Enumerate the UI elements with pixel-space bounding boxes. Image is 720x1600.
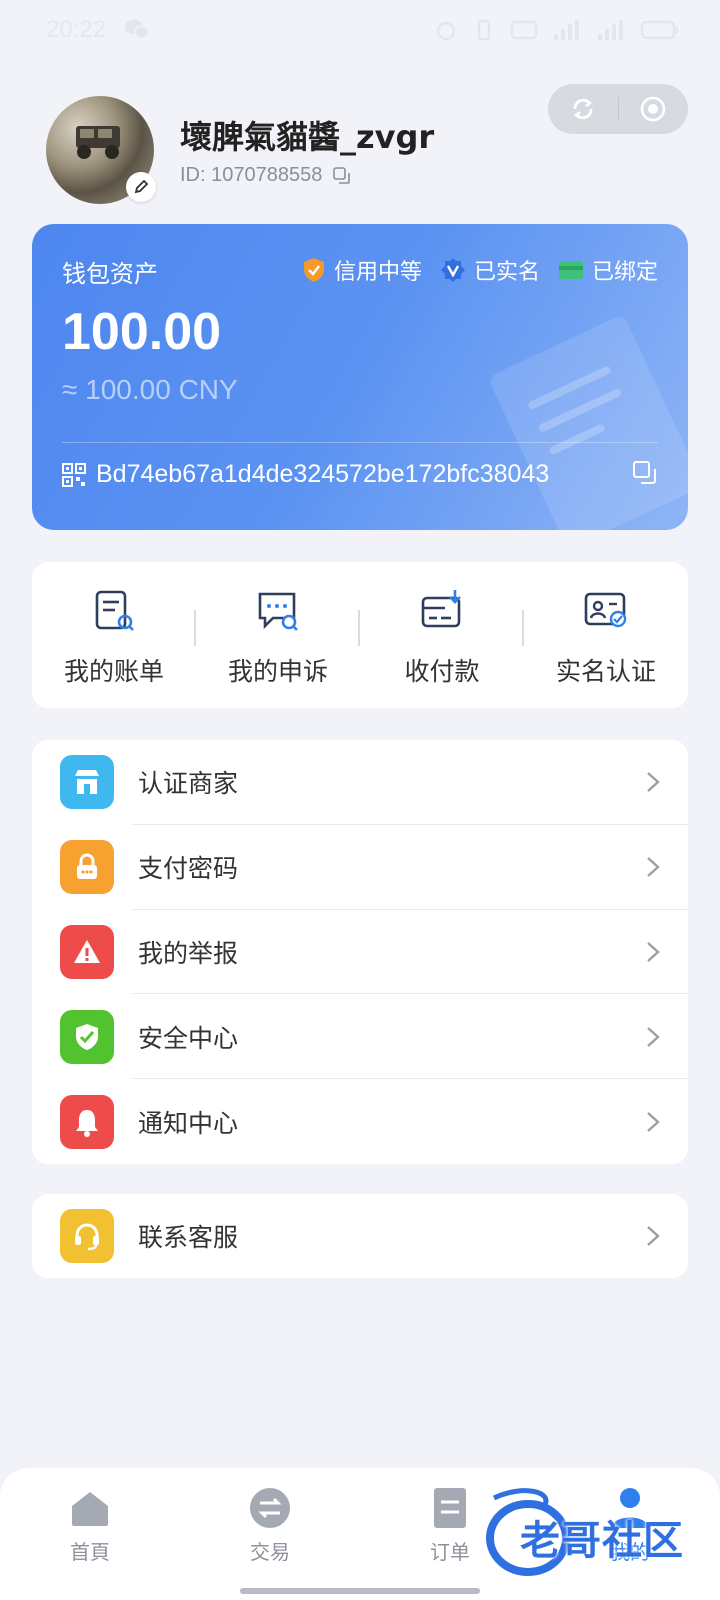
menu-item-notifications[interactable]: 通知中心 <box>32 1079 688 1164</box>
menu-icon-box <box>60 755 114 810</box>
chevron-right-icon <box>647 1226 660 1246</box>
home-icon <box>72 1492 108 1526</box>
status-time: 20:22 <box>46 16 107 43</box>
wallet-cny-equivalent: ≈ 100.00 CNY <box>62 374 238 405</box>
copy-id-icon[interactable] <box>332 166 352 186</box>
avatar-car-image <box>76 126 120 159</box>
exchange-icon <box>250 1488 290 1528</box>
mini-program-capsule <box>548 84 688 134</box>
nav-home[interactable]: 首頁 <box>0 1468 180 1600</box>
user-id-row: ID: 1070788558 <box>180 164 352 187</box>
target-icon <box>640 96 666 122</box>
menu-item-pay-password[interactable]: 支付密码 <box>32 825 688 910</box>
menu-item-label: 认证商家 <box>138 769 239 799</box>
nav-trade[interactable]: 交易 <box>180 1468 360 1600</box>
hd-icon <box>510 20 538 40</box>
quick-action-appeal[interactable]: 我的申诉 <box>196 562 360 708</box>
vibrate-icon <box>477 19 491 41</box>
username: 壞脾氣貓醬_zvgr <box>180 118 435 156</box>
signal-icon <box>554 20 579 40</box>
wallet-title: 钱包资产 <box>62 260 158 288</box>
wallet-card: 钱包资产 信用中等 已实名 已绑定 100.00 ≈ 100.00 CNY Bd… <box>32 224 688 530</box>
menu-item-security[interactable]: 安全中心 <box>32 994 688 1079</box>
bell-icon <box>76 1109 98 1137</box>
close-mini-program-button[interactable] <box>619 84 689 134</box>
nav-label: 首頁 <box>70 1540 110 1564</box>
credit-badge-label: 信用中等 <box>333 260 422 285</box>
chevron-right-icon <box>647 1111 660 1132</box>
refresh-button[interactable] <box>548 84 618 134</box>
menu-item-label: 我的举报 <box>138 938 239 968</box>
card-icon <box>558 261 583 279</box>
quick-action-bill[interactable]: 我的账单 <box>32 562 196 708</box>
menu-item-customer-service[interactable]: 联系客服 <box>32 1194 688 1278</box>
watermark-text: 老哥社区 <box>520 1518 684 1564</box>
menu-item-label: 安全中心 <box>138 1023 239 1053</box>
verified-badge-label: 已实名 <box>473 260 540 285</box>
chevron-right-icon <box>647 942 660 962</box>
bound-badge-label: 已绑定 <box>591 260 658 285</box>
verified-v-icon <box>440 258 465 282</box>
credit-badge[interactable]: 信用中等 <box>302 254 422 286</box>
quick-action-label: 我的账单 <box>63 657 164 686</box>
chevron-right-icon <box>647 1026 660 1047</box>
wallet-decoration <box>490 317 688 530</box>
settings-menu: 认证商家 支付密码 我的举报 安全中心 通知中心 <box>32 740 688 1164</box>
menu-icon-box <box>60 1009 114 1064</box>
quick-action-receive-pay[interactable]: 收付款 <box>360 562 524 708</box>
quick-actions: 我的账单 我的申诉 收付款 实名认证 <box>32 562 688 708</box>
warning-icon <box>74 939 100 963</box>
chevron-right-icon <box>647 857 660 878</box>
wallet-address: Bd74eb67a1d4de324572be172bfc38043 <box>96 460 550 488</box>
shield-icon <box>303 258 324 282</box>
customer-service-card: 联系客服 <box>32 1194 688 1278</box>
quick-action-label: 我的申诉 <box>227 657 328 686</box>
menu-icon-box <box>60 840 114 895</box>
shield-check-icon <box>76 1023 98 1050</box>
pencil-icon <box>134 179 149 194</box>
alarm-icon <box>436 21 456 41</box>
bill-icon <box>95 590 134 631</box>
lock-icon <box>77 853 97 880</box>
bound-badge[interactable]: 已绑定 <box>558 254 658 286</box>
nav-label: 订单 <box>430 1540 470 1564</box>
wechat-icon <box>125 19 150 39</box>
nav-label: 交易 <box>250 1540 290 1564</box>
receive-pay-icon <box>421 590 461 628</box>
user-id: ID: 1070788558 <box>180 164 323 186</box>
quick-action-label: 收付款 <box>404 657 480 686</box>
menu-item-label: 联系客服 <box>138 1223 239 1252</box>
edit-avatar-button[interactable] <box>126 172 156 202</box>
quick-action-label: 实名认证 <box>555 657 656 686</box>
menu-item-label: 通知中心 <box>138 1108 239 1138</box>
status-icons <box>434 18 680 42</box>
menu-icon-box <box>60 1094 114 1149</box>
wallet-divider <box>62 442 658 443</box>
appeal-icon <box>258 592 298 631</box>
wallet-address-row: Bd74eb67a1d4de324572be172bfc38043 <box>62 460 549 489</box>
wallet-amount: 100.00 <box>62 303 222 361</box>
home-indicator[interactable] <box>240 1588 480 1594</box>
refresh-icon <box>573 98 593 120</box>
menu-icon-box <box>60 924 114 979</box>
battery-icon <box>640 20 678 40</box>
order-icon <box>434 1488 466 1528</box>
chevron-right-icon <box>647 772 660 793</box>
wallet-badges: 信用中等 已实名 已绑定 <box>302 254 658 286</box>
qr-code-icon[interactable] <box>62 462 86 487</box>
quick-action-id-verify[interactable]: 实名认证 <box>524 562 688 708</box>
signal-icon-2 <box>598 20 623 40</box>
copy-address-icon[interactable] <box>632 460 658 486</box>
menu-item-report[interactable]: 我的举报 <box>32 910 688 995</box>
store-icon <box>75 770 99 795</box>
headset-icon <box>75 1223 99 1251</box>
verified-badge[interactable]: 已实名 <box>440 254 540 286</box>
id-verify-icon <box>584 592 627 628</box>
menu-icon-box <box>60 1209 114 1263</box>
status-bar: 20:22 <box>0 0 720 64</box>
menu-item-merchant[interactable]: 认证商家 <box>32 740 688 825</box>
menu-item-label: 支付密码 <box>138 854 239 884</box>
